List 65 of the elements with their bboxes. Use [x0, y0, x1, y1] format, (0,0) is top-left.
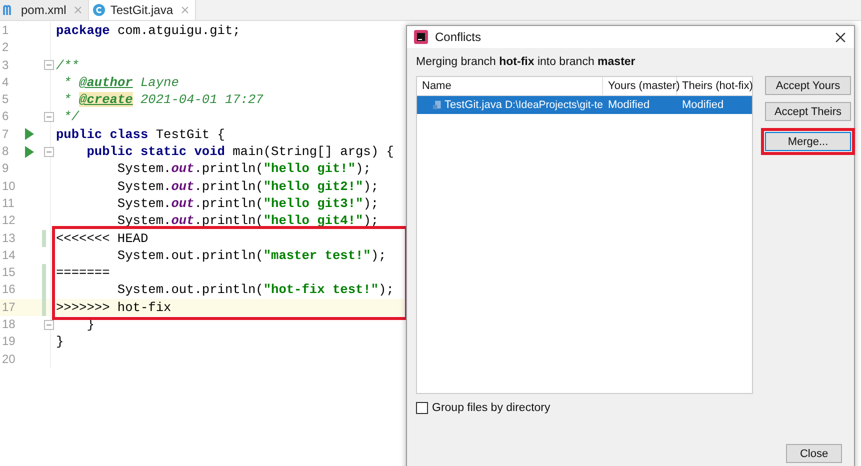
code-line: =======	[56, 265, 110, 280]
line-number: 8	[1, 143, 10, 160]
code-line: System.out.println("hot-fix test!");	[116, 282, 394, 298]
line-number: 19	[1, 333, 16, 350]
line-number: 13	[1, 230, 16, 247]
close-button[interactable]: Close	[786, 444, 842, 463]
change-marker	[42, 230, 46, 247]
line-number: 10	[1, 178, 16, 195]
column-header[interactable]: Name	[417, 77, 603, 95]
line-number: 5	[1, 91, 10, 108]
code-line: * @author Layne	[62, 74, 179, 90]
line-number: 9	[1, 160, 10, 178]
line-number: 7	[1, 126, 10, 143]
file-path: D:\IdeaProjects\git-te	[504, 99, 603, 111]
column-header[interactable]: Yours (master)	[603, 77, 677, 95]
code-line: package com.atguigu.git;	[56, 23, 240, 38]
accept-button[interactable]: Accept Yours	[765, 76, 851, 95]
line-number: 20	[1, 350, 16, 368]
line-number: 15	[1, 264, 16, 282]
dialog-title: Conflicts	[435, 30, 482, 44]
code-line: */	[62, 109, 80, 124]
table-cell-text: Modified	[607, 99, 651, 111]
line-number: 6	[1, 108, 10, 126]
fold-icon[interactable]	[44, 112, 54, 122]
table-cell-text: Modified	[681, 99, 725, 111]
line-number: 14	[1, 246, 16, 264]
code-line: /**	[56, 58, 80, 73]
file-row[interactable]: TestGit.java D:\IdeaProjects\git-te Modified Modified	[417, 96, 752, 114]
code-line: public static void main(String[] args) {	[86, 144, 394, 160]
class-icon	[92, 3, 106, 17]
fold-icon[interactable]	[44, 320, 54, 330]
merge-description: Merging branch hot-fix into branch master	[416, 56, 636, 68]
line-number: 11	[1, 194, 16, 212]
code-line: >>>>>>> hot-fix	[56, 300, 172, 315]
run-icon[interactable]	[24, 128, 34, 140]
line-number: 12	[1, 212, 16, 230]
fold-icon[interactable]	[44, 146, 54, 157]
code-line: <<<<<<< HEAD	[56, 230, 148, 246]
line-number: 1	[1, 22, 10, 39]
line-number: 18	[1, 316, 16, 334]
file-name: TestGit.java	[444, 99, 502, 111]
editor-tab[interactable]: TestGit.java	[89, 0, 196, 20]
code-line: System.out.println("hello git!");	[116, 161, 371, 176]
file-icon	[433, 99, 442, 111]
code-line: System.out.println("master test!");	[116, 248, 386, 263]
line-number: 17	[1, 298, 16, 316]
merge-button[interactable]: Merge...	[765, 132, 851, 151]
code-line: public class TestGit {	[56, 126, 225, 142]
run-icon[interactable]	[24, 146, 34, 158]
accept-button[interactable]: Accept Theirs	[765, 102, 851, 121]
app-icon	[414, 30, 428, 44]
line-number: 4	[1, 74, 10, 91]
editor-tab[interactable]: pom.xml	[0, 0, 90, 20]
code-line: System.out.println("hello git3!");	[116, 196, 379, 211]
code-line: * @create 2021-04-01 17:27	[62, 92, 264, 108]
checkbox[interactable]	[416, 402, 428, 414]
code-line: System.out.println("hello git4!");	[116, 213, 379, 228]
fold-icon[interactable]	[44, 60, 54, 70]
checkbox-label: Group files by directory	[432, 402, 550, 414]
code-line: }	[56, 334, 64, 350]
close-icon[interactable]	[835, 32, 846, 42]
code-line: System.out.println("hello git2!");	[116, 178, 379, 194]
line-number: 16	[1, 281, 16, 298]
line-number: 3	[1, 56, 10, 74]
line-number: 2	[1, 39, 10, 56]
